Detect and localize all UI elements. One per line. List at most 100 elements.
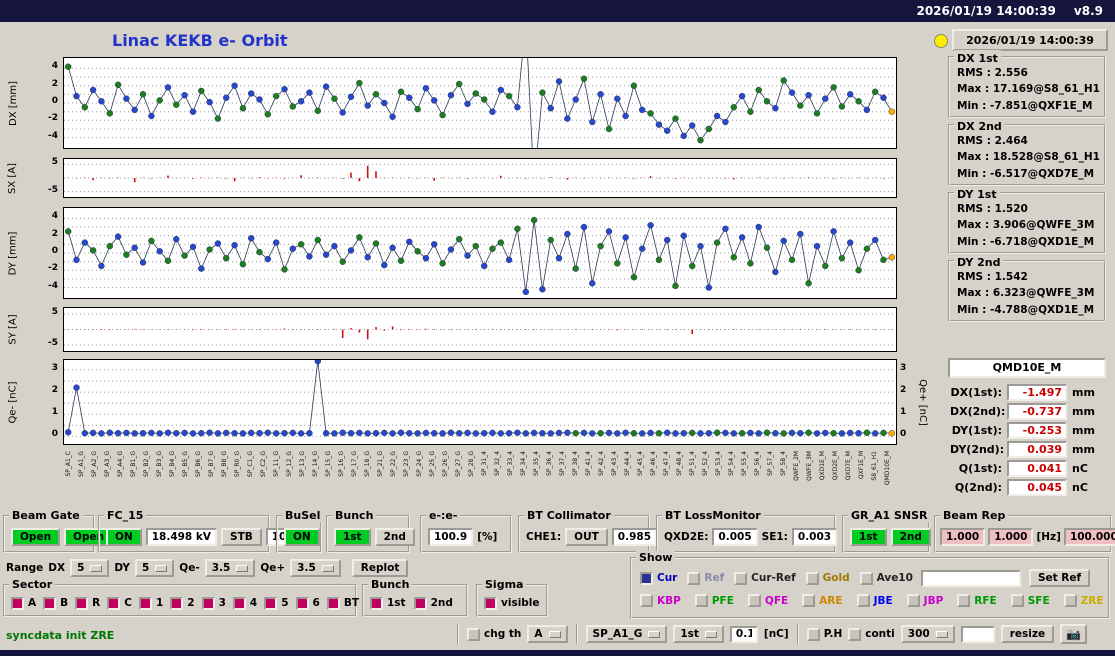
ee-ratio-readout: 100.9 bbox=[428, 528, 473, 546]
monitor-label: Q(2nd): bbox=[950, 481, 1002, 494]
show-sfe-item: SFE bbox=[1011, 594, 1050, 607]
bunch-1st-button[interactable]: 1st bbox=[334, 528, 371, 546]
busel-group: BuSel ON bbox=[276, 515, 322, 553]
set-ref-button[interactable]: Set Ref bbox=[1029, 569, 1090, 587]
show-cur-ref-item: Cur-Ref bbox=[734, 572, 796, 585]
resize-button[interactable]: resize bbox=[1001, 625, 1054, 643]
range-qem-select[interactable]: 3.5 bbox=[205, 559, 256, 577]
show-qfe-checkbox[interactable] bbox=[748, 594, 761, 607]
gr-a1-2nd-button[interactable]: 2nd bbox=[891, 528, 931, 546]
che1-out-button[interactable]: OUT bbox=[565, 528, 608, 546]
count-select[interactable]: 300 bbox=[901, 625, 955, 643]
show-pfe-checkbox[interactable] bbox=[695, 594, 708, 607]
y-tick-label: 0 bbox=[52, 429, 58, 439]
bunch-filter-2nd-checkbox[interactable] bbox=[414, 597, 427, 610]
bpm-select[interactable]: SP_A1_G bbox=[586, 625, 668, 643]
range-dx-select[interactable]: 5 bbox=[70, 559, 109, 577]
range-dy-select[interactable]: 5 bbox=[135, 559, 174, 577]
show-sfe-checkbox[interactable] bbox=[1011, 594, 1024, 607]
monitor-row: DY(1st): -0.253 mm bbox=[948, 421, 1106, 440]
y-tick-label: 5 bbox=[52, 307, 58, 317]
x-axis-label: SP_28_G bbox=[469, 451, 475, 477]
screenshot-button[interactable]: 📷 bbox=[1060, 624, 1087, 644]
stat-rms: RMS : 2.464 bbox=[957, 133, 1102, 149]
sector-c-checkbox[interactable] bbox=[107, 597, 120, 610]
sector-2-checkbox[interactable] bbox=[170, 597, 183, 610]
threshold-unit: [nC] bbox=[764, 628, 789, 640]
gr-a1-1st-button[interactable]: 1st bbox=[850, 528, 887, 546]
dy-axis-label: DY [mm] bbox=[4, 207, 22, 299]
show-ref-checkbox[interactable] bbox=[687, 572, 700, 585]
sector-r-checkbox[interactable] bbox=[75, 597, 88, 610]
x-axis-label: SP_37_4 bbox=[560, 451, 566, 476]
sector-2-item: 2 bbox=[170, 597, 194, 610]
range-qep-select[interactable]: 3.5 bbox=[290, 559, 341, 577]
y-tick-label: 5 bbox=[52, 157, 58, 167]
x-axis-label: SP_58_4 bbox=[781, 451, 787, 476]
chg-th-checkbox[interactable] bbox=[467, 628, 480, 641]
sx-steering-chart: SX [A] 5-5 bbox=[0, 158, 932, 198]
show-qfe-label: QFE bbox=[765, 595, 788, 607]
show-cur-ref-checkbox[interactable] bbox=[734, 572, 747, 585]
sector-6-checkbox[interactable] bbox=[296, 597, 309, 610]
sigma-visible-checkbox[interactable] bbox=[484, 597, 497, 610]
sector-1-checkbox[interactable] bbox=[139, 597, 152, 610]
group-label: BuSel bbox=[282, 509, 323, 522]
fc15-kv-readout: 18.498 kV bbox=[146, 528, 217, 546]
beam-gate-open-1-button[interactable]: Open bbox=[11, 528, 60, 546]
ph-checkbox[interactable] bbox=[807, 628, 820, 641]
show-cur-checkbox[interactable] bbox=[640, 572, 653, 585]
range-label: Range bbox=[6, 562, 43, 574]
x-axis-label: SP_13_G bbox=[300, 451, 306, 477]
bottom-bar bbox=[0, 650, 1115, 656]
fc15-on-button[interactable]: ON bbox=[106, 528, 142, 546]
show-ave10-checkbox[interactable] bbox=[860, 572, 873, 585]
show-pfe-item: PFE bbox=[695, 594, 734, 607]
sector-a-item: A bbox=[11, 597, 36, 610]
sector-c-label: C bbox=[124, 597, 132, 609]
monitor-label: DY(1st): bbox=[950, 424, 1002, 437]
show-gold-checkbox[interactable] bbox=[806, 572, 819, 585]
option-menu-mark-icon bbox=[705, 631, 717, 638]
y-tick-label: 0 bbox=[52, 96, 58, 106]
group-label: Sigma bbox=[482, 578, 526, 591]
sector-a-checkbox[interactable] bbox=[11, 597, 24, 610]
monitor-row: DX(1st): -1.497 mm bbox=[948, 383, 1106, 402]
sector-5-checkbox[interactable] bbox=[264, 597, 277, 610]
x-axis-label: SP_35_4 bbox=[534, 451, 540, 476]
range-qem-value: 3.5 bbox=[212, 562, 231, 574]
x-axis-label: SP_B3_G bbox=[157, 451, 163, 477]
conti-checkbox[interactable] bbox=[848, 628, 861, 641]
bunch-2nd-button[interactable]: 2nd bbox=[375, 528, 415, 546]
show-kbp-checkbox[interactable] bbox=[640, 594, 653, 607]
show-jbe-label: JBE bbox=[874, 595, 893, 607]
sector-select[interactable]: A bbox=[527, 625, 567, 643]
option-menu-mark-icon bbox=[648, 631, 660, 638]
bunch-filter-1st-label: 1st bbox=[387, 597, 406, 609]
sector-bt-checkbox[interactable] bbox=[327, 597, 340, 610]
sector-r-label: R bbox=[92, 597, 100, 609]
bunch-select[interactable]: 1st bbox=[673, 625, 724, 643]
y-tick-label: 1 bbox=[52, 407, 58, 417]
monitor-value: 0.039 bbox=[1007, 441, 1067, 458]
show-rfe-checkbox[interactable] bbox=[957, 594, 970, 607]
show-are-checkbox[interactable] bbox=[802, 594, 815, 607]
sector-bt-label: BT bbox=[344, 597, 359, 609]
sector-3-checkbox[interactable] bbox=[202, 597, 215, 610]
ref-name-input[interactable] bbox=[921, 570, 1021, 587]
count-input[interactable] bbox=[961, 626, 995, 643]
show-zre-checkbox[interactable] bbox=[1064, 594, 1077, 607]
sector-4-label: 4 bbox=[250, 597, 257, 609]
fc15-stb-button[interactable]: STB bbox=[221, 528, 262, 546]
threshold-input[interactable] bbox=[730, 626, 758, 643]
busel-on-button[interactable]: ON bbox=[284, 528, 320, 546]
show-row-2: KBPPFEQFEAREJBEJBPRFESFEZRE bbox=[640, 594, 1108, 607]
show-jbp-checkbox[interactable] bbox=[907, 594, 920, 607]
sector-4-checkbox[interactable] bbox=[233, 597, 246, 610]
replot-button[interactable]: Replot bbox=[352, 559, 409, 577]
bunch-filter-1st-checkbox[interactable] bbox=[370, 597, 383, 610]
monitor-title: QMD10E_M bbox=[948, 358, 1106, 378]
x-axis-label: SP_24_G bbox=[417, 451, 423, 477]
show-jbe-checkbox[interactable] bbox=[857, 594, 870, 607]
sector-b-checkbox[interactable] bbox=[43, 597, 56, 610]
